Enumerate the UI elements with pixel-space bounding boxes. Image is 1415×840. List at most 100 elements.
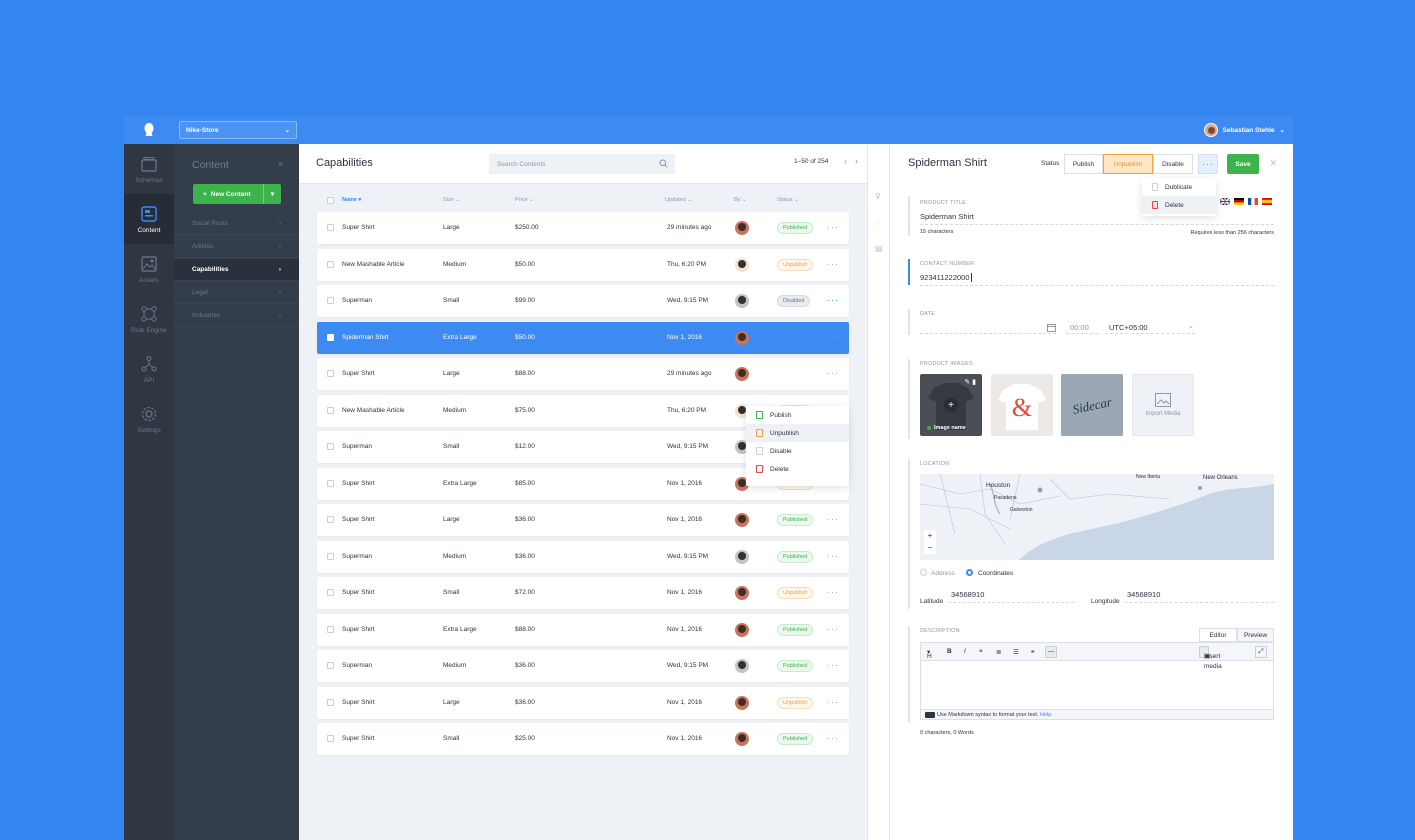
- row-checkbox[interactable]: [327, 662, 334, 669]
- product-image-3[interactable]: Sidecar: [1061, 374, 1123, 436]
- row-checkbox[interactable]: [327, 333, 334, 341]
- table-row[interactable]: Superman Small $99.00 Wed, 9:15 PM Disabled ·…: [317, 285, 849, 317]
- row-more-icon[interactable]: ···: [827, 660, 839, 670]
- select-all-checkbox[interactable]: [327, 197, 334, 204]
- table-row[interactable]: Superman Medium $36.00 Wed, 9:15 PM Publishe…: [317, 650, 849, 682]
- nav-settings[interactable]: Settings: [124, 394, 174, 444]
- close-icon[interactable]: ✕: [1269, 158, 1277, 169]
- table-row[interactable]: Super Shirt Large $36.00 Nov 1, 2016 Publish…: [317, 504, 849, 536]
- column-updated[interactable]: Updated ⌄: [665, 197, 692, 203]
- sidebar-item-social-posts[interactable]: Social Posts ›: [174, 213, 299, 235]
- menu-item-unpublish[interactable]: Unpublish: [746, 424, 849, 442]
- logo-icon[interactable]: [124, 116, 174, 144]
- location-map[interactable]: Houston Pasadena Galveston New Iberia Ne…: [920, 474, 1274, 560]
- zoom-in-button[interactable]: +: [924, 530, 936, 542]
- product-image-1[interactable]: + ✎ ▮ Image name: [920, 374, 982, 436]
- comments-icon[interactable]: ◌: [875, 218, 880, 227]
- row-more-icon[interactable]: ···: [827, 697, 839, 707]
- contact-number-field[interactable]: 923411222000: [920, 273, 972, 282]
- nav-schemas[interactable]: Schemas: [124, 144, 174, 194]
- row-checkbox[interactable]: [327, 589, 334, 596]
- table-row[interactable]: Spiderman Shirt Extra Large $50.00 Nov 1, 2…: [317, 321, 849, 354]
- zoom-out-button[interactable]: −: [924, 542, 936, 554]
- time-field[interactable]: 00:00: [1070, 323, 1089, 332]
- menu-item-duplicate[interactable]: Dublicate: [1142, 178, 1216, 196]
- table-row[interactable]: Super Shirt Small $72.00 Nov 1, 2016 Unpubli…: [317, 577, 849, 609]
- menu-item-delete[interactable]: Delete: [1142, 196, 1216, 214]
- sidebar-item-articles[interactable]: Articles ›: [174, 236, 299, 258]
- table-row[interactable]: Super Shirt Extra Large $88.00 Nov 1, 2016 P…: [317, 613, 849, 646]
- fullscreen-icon[interactable]: ⤢: [1255, 646, 1267, 658]
- column-price[interactable]: Price ⌄: [515, 197, 534, 203]
- row-checkbox[interactable]: [327, 443, 334, 450]
- row-checkbox[interactable]: [327, 224, 334, 231]
- nav-api[interactable]: API: [124, 344, 174, 394]
- search-input[interactable]: Search Contents: [489, 154, 675, 174]
- edit-icon[interactable]: ✎ ▮: [964, 378, 976, 386]
- description-textarea[interactable]: [921, 661, 1273, 711]
- table-row[interactable]: Superman Medium $36.00 Wed, 9:15 PM Publishe…: [317, 540, 849, 573]
- row-checkbox[interactable]: [327, 260, 334, 268]
- store-selector[interactable]: Nike-Store ⌄: [179, 121, 297, 139]
- unpublish-button[interactable]: Unpublish: [1103, 154, 1153, 174]
- row-checkbox[interactable]: [327, 735, 334, 742]
- row-checkbox[interactable]: [327, 698, 334, 706]
- calendar-icon[interactable]: [1047, 323, 1056, 332]
- history-icon[interactable]: ▤: [875, 244, 883, 253]
- column-status[interactable]: Status ⌄: [777, 197, 799, 203]
- row-more-icon[interactable]: ···: [827, 624, 839, 634]
- table-row[interactable]: Super Shirt Large $250.00 29 minutes ago Pub…: [317, 212, 849, 244]
- row-more-icon[interactable]: ···: [827, 332, 839, 342]
- publish-button[interactable]: Publish: [1064, 154, 1103, 174]
- row-more-icon[interactable]: ···: [827, 514, 839, 524]
- menu-item-disable[interactable]: Disable: [746, 442, 849, 460]
- import-media-button[interactable]: Import Media: [1132, 374, 1194, 436]
- product-title-field[interactable]: Spiderman Shirt: [920, 212, 974, 221]
- disable-button[interactable]: Disable: [1153, 154, 1193, 174]
- more-button[interactable]: ···: [1198, 154, 1218, 174]
- table-row[interactable]: New Mashable Article Medium $50.00 Thu, 6:2…: [317, 248, 849, 281]
- column-by[interactable]: By ⌄: [734, 197, 747, 203]
- filter-icon[interactable]: ⊽: [875, 192, 881, 201]
- prev-page-icon[interactable]: ‹: [844, 156, 847, 166]
- caret-down-icon[interactable]: ▾: [263, 184, 281, 204]
- row-checkbox[interactable]: [327, 406, 334, 414]
- row-checkbox[interactable]: [327, 552, 334, 560]
- tab-editor[interactable]: Editor: [1199, 628, 1237, 642]
- row-more-icon[interactable]: ···: [827, 733, 839, 743]
- quote-button[interactable]: ❝: [979, 648, 983, 656]
- row-more-icon[interactable]: ···: [827, 587, 839, 597]
- nav-content[interactable]: Content: [124, 194, 174, 244]
- horizontal-rule-button[interactable]: —: [1045, 646, 1057, 658]
- row-more-icon[interactable]: ···: [827, 368, 839, 378]
- new-content-button[interactable]: + New Content ▾: [193, 184, 281, 204]
- nav-rule-engine[interactable]: Rule Engine: [124, 294, 174, 344]
- italic-button[interactable]: I: [964, 648, 966, 655]
- table-row[interactable]: Super Shirt Large $36.00 Nov 1, 2016 Unpubli…: [317, 686, 849, 719]
- flag-es-icon[interactable]: [1262, 198, 1272, 205]
- insert-media-button[interactable]: ▣ Insert media: [1199, 646, 1222, 670]
- user-menu[interactable]: Sebastian Stehle ⌄: [1203, 122, 1285, 138]
- move-icon[interactable]: +: [944, 398, 958, 412]
- row-checkbox[interactable]: [327, 516, 334, 523]
- latitude-field[interactable]: 34568910: [951, 590, 984, 599]
- product-image-2[interactable]: &: [991, 374, 1053, 436]
- flag-de-icon[interactable]: [1234, 198, 1244, 205]
- heading-button[interactable]: H ▾: [927, 648, 932, 660]
- row-checkbox[interactable]: [327, 297, 334, 304]
- column-size[interactable]: Size ⌄: [443, 197, 460, 203]
- flag-fr-icon[interactable]: [1248, 198, 1258, 205]
- date-field[interactable]: [920, 333, 1056, 334]
- sidebar-item-industries[interactable]: Industries ›: [174, 305, 299, 327]
- sidebar-item-legal[interactable]: Legal ›: [174, 282, 299, 304]
- table-row[interactable]: Super Shirt Small $25.00 Nov 1, 2016 Publish…: [317, 723, 849, 755]
- row-checkbox[interactable]: [327, 625, 334, 633]
- sidebar-item-capabilities[interactable]: Capabilities ›: [174, 259, 299, 281]
- numbered-list-button[interactable]: ☰: [1013, 648, 1019, 656]
- link-button[interactable]: ⚭: [1030, 648, 1035, 656]
- coordinates-radio[interactable]: [966, 569, 973, 576]
- help-link[interactable]: Help: [1040, 712, 1051, 718]
- save-button[interactable]: Save: [1227, 154, 1259, 174]
- menu-item-publish[interactable]: Publish: [746, 406, 849, 424]
- next-page-icon[interactable]: ›: [855, 156, 858, 166]
